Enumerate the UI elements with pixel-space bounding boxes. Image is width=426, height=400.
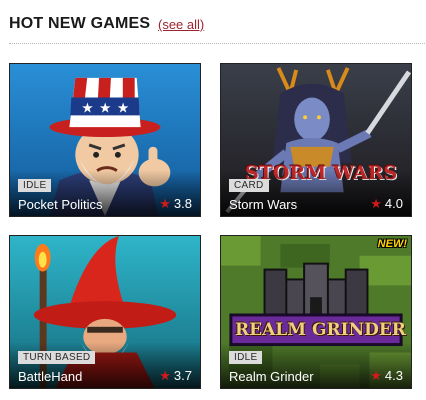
- new-badge: NEW!: [377, 238, 407, 250]
- game-title: Pocket Politics: [18, 197, 103, 212]
- rating-value: 3.8: [173, 196, 192, 211]
- see-all-link[interactable]: (see all): [158, 17, 204, 32]
- genre-tag: CARD: [229, 179, 269, 192]
- section-header: HOT NEW GAMES (see all): [9, 13, 426, 41]
- svg-text:★: ★: [99, 100, 111, 116]
- realm-grinder-logo: REALM GRINDER: [235, 320, 406, 340]
- genre-tag: IDLE: [18, 179, 52, 192]
- section-title: HOT NEW GAMES: [9, 15, 151, 32]
- star-icon: ★: [159, 368, 171, 383]
- rating-value: 3.7: [173, 368, 192, 383]
- star-icon: ★: [370, 196, 382, 211]
- star-icon: ★: [370, 368, 382, 383]
- game-rating: ★ 4.0: [370, 196, 403, 212]
- rating-value: 4.0: [384, 196, 403, 211]
- rating-value: 4.3: [384, 368, 403, 383]
- header-divider: [9, 43, 426, 44]
- game-rating: ★ 3.8: [159, 196, 192, 212]
- game-title: Storm Wars: [229, 197, 298, 212]
- svg-text:★: ★: [81, 100, 93, 116]
- game-card-realm-grinder[interactable]: REALM GRINDER NEW! IDLE Realm Grinder ★ 4…: [220, 235, 412, 389]
- genre-tag: TURN BASED: [18, 351, 96, 364]
- game-rating: ★ 3.7: [159, 368, 192, 384]
- game-title: BattleHand: [18, 369, 83, 384]
- game-rating: ★ 4.3: [370, 368, 403, 384]
- star-icon: ★: [159, 196, 171, 211]
- genre-tag: IDLE: [229, 351, 263, 364]
- game-card-storm-wars[interactable]: STORM WARS CARD Storm Wars ★4.0: [220, 63, 412, 217]
- svg-text:★: ★: [117, 100, 129, 116]
- game-card-battlehand[interactable]: TURN BASED BattleHand ★ 3.7: [9, 235, 201, 389]
- game-title: Realm Grinder: [229, 369, 314, 384]
- game-card-pocket-politics[interactable]: ★ ★ ★ IDLE Pocket Politics ★ 3.8: [9, 63, 201, 217]
